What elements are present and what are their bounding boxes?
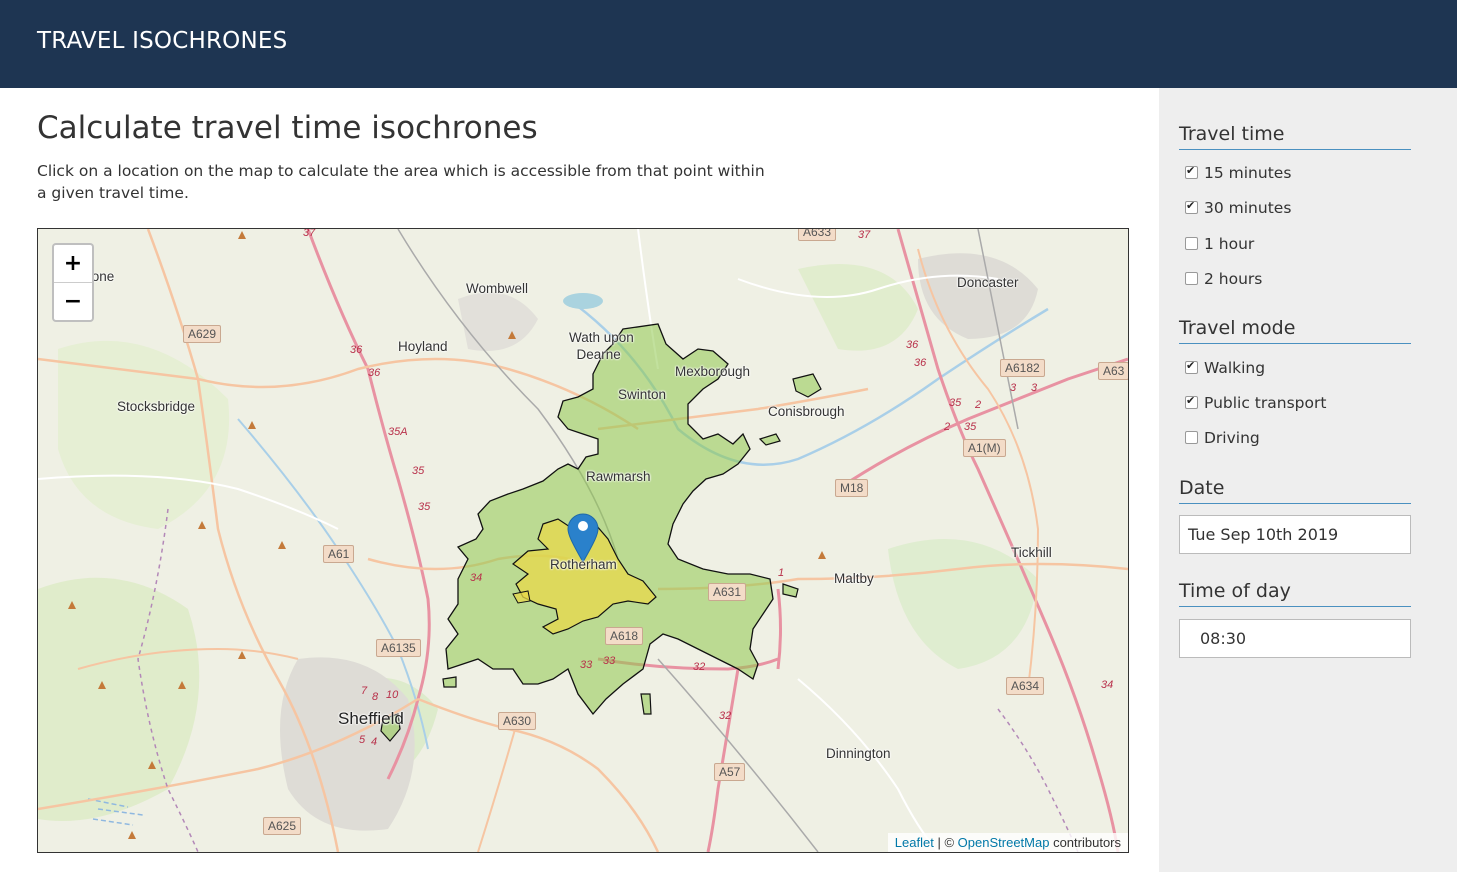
checkbox-icon[interactable] (1185, 164, 1198, 179)
junction-36d: 36 (914, 357, 927, 369)
junction-35a: 35A (388, 426, 408, 438)
checkbox-icon[interactable] (1185, 394, 1198, 409)
checkbox-1-hour[interactable]: 1 hour (1185, 235, 1254, 253)
checkbox-icon[interactable] (1185, 359, 1198, 374)
checkbox-label: Driving (1204, 429, 1260, 447)
road-a6135: A6135 (376, 639, 421, 657)
checkbox-label: 1 hour (1204, 235, 1255, 253)
place-wath: Wath upon Dearne (569, 330, 634, 362)
road-a6182: A6182 (1000, 359, 1045, 377)
junction-35: 35 (412, 465, 425, 477)
place-swinton: Swinton (618, 387, 667, 402)
zoom-in-button[interactable]: + (54, 245, 92, 282)
app-header: TRAVEL ISOCHRONES (0, 0, 1457, 88)
junction-5: 5 (359, 734, 366, 746)
time-of-day-input[interactable]: 08:30 (1179, 619, 1411, 658)
attribution-separator: | © (937, 835, 955, 850)
junction-36b: 36 (368, 367, 381, 379)
junction-2b: 2 (975, 399, 982, 411)
date-input[interactable]: Tue Sep 10th 2019 (1179, 515, 1411, 554)
checkbox-label: 30 minutes (1204, 199, 1292, 217)
checkbox-icon[interactable] (1185, 237, 1198, 250)
checkbox-driving[interactable]: Driving (1185, 429, 1260, 447)
junction-10: 10 (386, 689, 399, 701)
zoom-control: + − (52, 243, 94, 322)
travel-time-heading: Travel time (1179, 123, 1411, 150)
intro-text: Click on a location on the map to calcul… (37, 162, 765, 202)
junction-8: 8 (372, 691, 379, 703)
checkbox-walking[interactable]: Walking (1185, 359, 1265, 377)
junction-32: 32 (693, 661, 706, 673)
road-m18: M18 (835, 479, 869, 497)
checkbox-public-transport[interactable]: Public transport (1185, 394, 1326, 412)
place-tickhill: Tickhill (1011, 545, 1052, 560)
junction-35c: 35 (949, 397, 962, 409)
checkbox-15-minutes[interactable]: 15 minutes (1185, 164, 1291, 182)
junction-2: 2 (944, 421, 951, 433)
app-title: TRAVEL ISOCHRONES (37, 28, 288, 54)
checkbox-icon[interactable] (1185, 199, 1198, 214)
road-a625: A625 (263, 817, 302, 835)
place-conisbrough: Conisbrough (768, 404, 845, 419)
place-maltby: Maltby (834, 571, 874, 586)
road-a630: A630 (498, 712, 537, 730)
sidebar: Travel time 15 minutes 30 minutes 1 hour… (1159, 88, 1457, 872)
junction-33: 33 (603, 655, 616, 667)
road-a63: A63 (1098, 362, 1128, 380)
map-tiles[interactable] (38, 229, 1128, 852)
junction-34: 34 (470, 572, 483, 584)
junction-1: 1 (778, 567, 785, 579)
main-content: Calculate travel time isochrones Click o… (0, 88, 1159, 872)
checkbox-2-hours[interactable]: 2 hours (1185, 270, 1262, 288)
map[interactable]: tone Wombwell Hoyland Wath upon Dearne M… (37, 228, 1129, 853)
road-a633: A633 (798, 229, 837, 241)
junction-33b: 33 (580, 659, 593, 671)
junction-36: 36 (350, 344, 363, 356)
time-of-day-heading: Time of day (1179, 580, 1411, 607)
junction-36c: 36 (906, 339, 919, 351)
road-a57: A57 (714, 763, 746, 781)
road-a618: A618 (605, 627, 644, 645)
place-hoyland: Hoyland (398, 339, 448, 354)
page-title: Calculate travel time isochrones (37, 110, 538, 146)
checkbox-icon[interactable] (1185, 272, 1198, 285)
checkbox-30-minutes[interactable]: 30 minutes (1185, 199, 1291, 217)
checkbox-label: 15 minutes (1204, 164, 1292, 182)
junction-35d: 35 (964, 421, 977, 433)
place-dinnington: Dinnington (826, 746, 891, 761)
attribution-tail: contributors (1053, 835, 1121, 850)
leaflet-link[interactable]: Leaflet (895, 835, 934, 850)
checkbox-label: Public transport (1204, 394, 1327, 412)
junction-4: 4 (371, 736, 378, 748)
road-a1m: A1(M) (963, 439, 1006, 457)
date-heading: Date (1179, 477, 1411, 504)
junction-3b: 3 (1031, 382, 1038, 394)
place-mexborough: Mexborough (675, 364, 751, 379)
road-a634: A634 (1006, 677, 1045, 695)
place-wombwell: Wombwell (466, 281, 529, 296)
map-attribution: Leaflet | © OpenStreetMap contributors (887, 833, 1128, 852)
zoom-out-button[interactable]: − (54, 282, 92, 320)
place-doncaster: Doncaster (957, 275, 1019, 290)
junction-37b: 37 (858, 229, 871, 241)
checkbox-icon[interactable] (1185, 431, 1198, 444)
road-a629: A629 (183, 325, 222, 343)
place-stocksbridge: Stocksbridge (117, 399, 196, 414)
place-rawmarsh: Rawmarsh (586, 469, 651, 484)
junction-35b: 35 (418, 501, 431, 513)
checkbox-label: Walking (1204, 359, 1266, 377)
checkbox-label: 2 hours (1204, 270, 1263, 288)
junction-3: 3 (1010, 382, 1017, 394)
place-sheffield: Sheffield (338, 709, 404, 728)
junction-7: 7 (361, 685, 368, 697)
junction-32b: 32 (719, 710, 732, 722)
junction-34b: 34 (1101, 679, 1114, 691)
travel-mode-heading: Travel mode (1179, 317, 1411, 344)
place-rotherham: Rotherham (550, 557, 617, 572)
junction-37: 37 (303, 228, 316, 239)
road-a631: A631 (708, 583, 747, 601)
osm-link[interactable]: OpenStreetMap (958, 835, 1050, 850)
road-a61: A61 (323, 545, 355, 563)
